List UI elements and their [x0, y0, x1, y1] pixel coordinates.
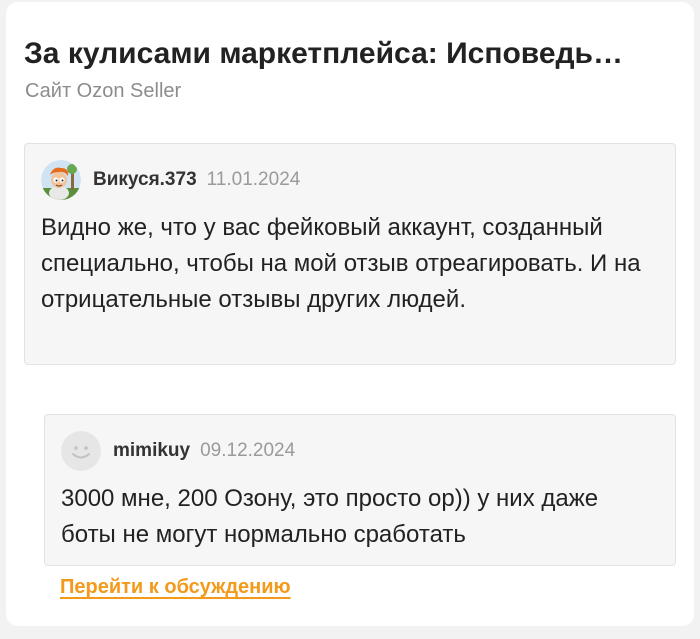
- post-source: Сайт Ozon Seller: [25, 80, 182, 102]
- reply-comment: mimikuy 09.12.2024 3000 мне, 200 Озону, …: [44, 414, 676, 566]
- cartoon-character-avatar-icon: [41, 160, 81, 200]
- avatar[interactable]: [61, 431, 101, 471]
- comment-text: Видно же, что у вас фейковый аккаунт, со…: [41, 214, 641, 313]
- post-card: За кулисами маркетплейса: Исповедь… Сайт…: [6, 2, 694, 626]
- smiley-face-avatar-icon: [61, 431, 101, 471]
- comment-date: 09.12.2024: [200, 440, 296, 461]
- go-to-discussion-link[interactable]: Перейти к обсуждению: [60, 576, 291, 599]
- avatar[interactable]: [41, 160, 81, 200]
- post-title[interactable]: За кулисами маркетплейса: Исповедь…: [24, 32, 672, 76]
- comment-date: 11.01.2024: [206, 169, 301, 190]
- comment-text: 3000 мне, 200 Озону, это просто ор)) у н…: [61, 485, 599, 548]
- comment-author[interactable]: mimikuy: [113, 440, 190, 462]
- comment-meta: mimikuy 09.12.2024: [61, 431, 295, 471]
- comment: Викуся.373 11.01.2024 Видно же, что у ва…: [24, 143, 676, 365]
- comment-meta: Викуся.373 11.01.2024: [41, 160, 300, 200]
- comment-author[interactable]: Викуся.373: [93, 169, 197, 191]
